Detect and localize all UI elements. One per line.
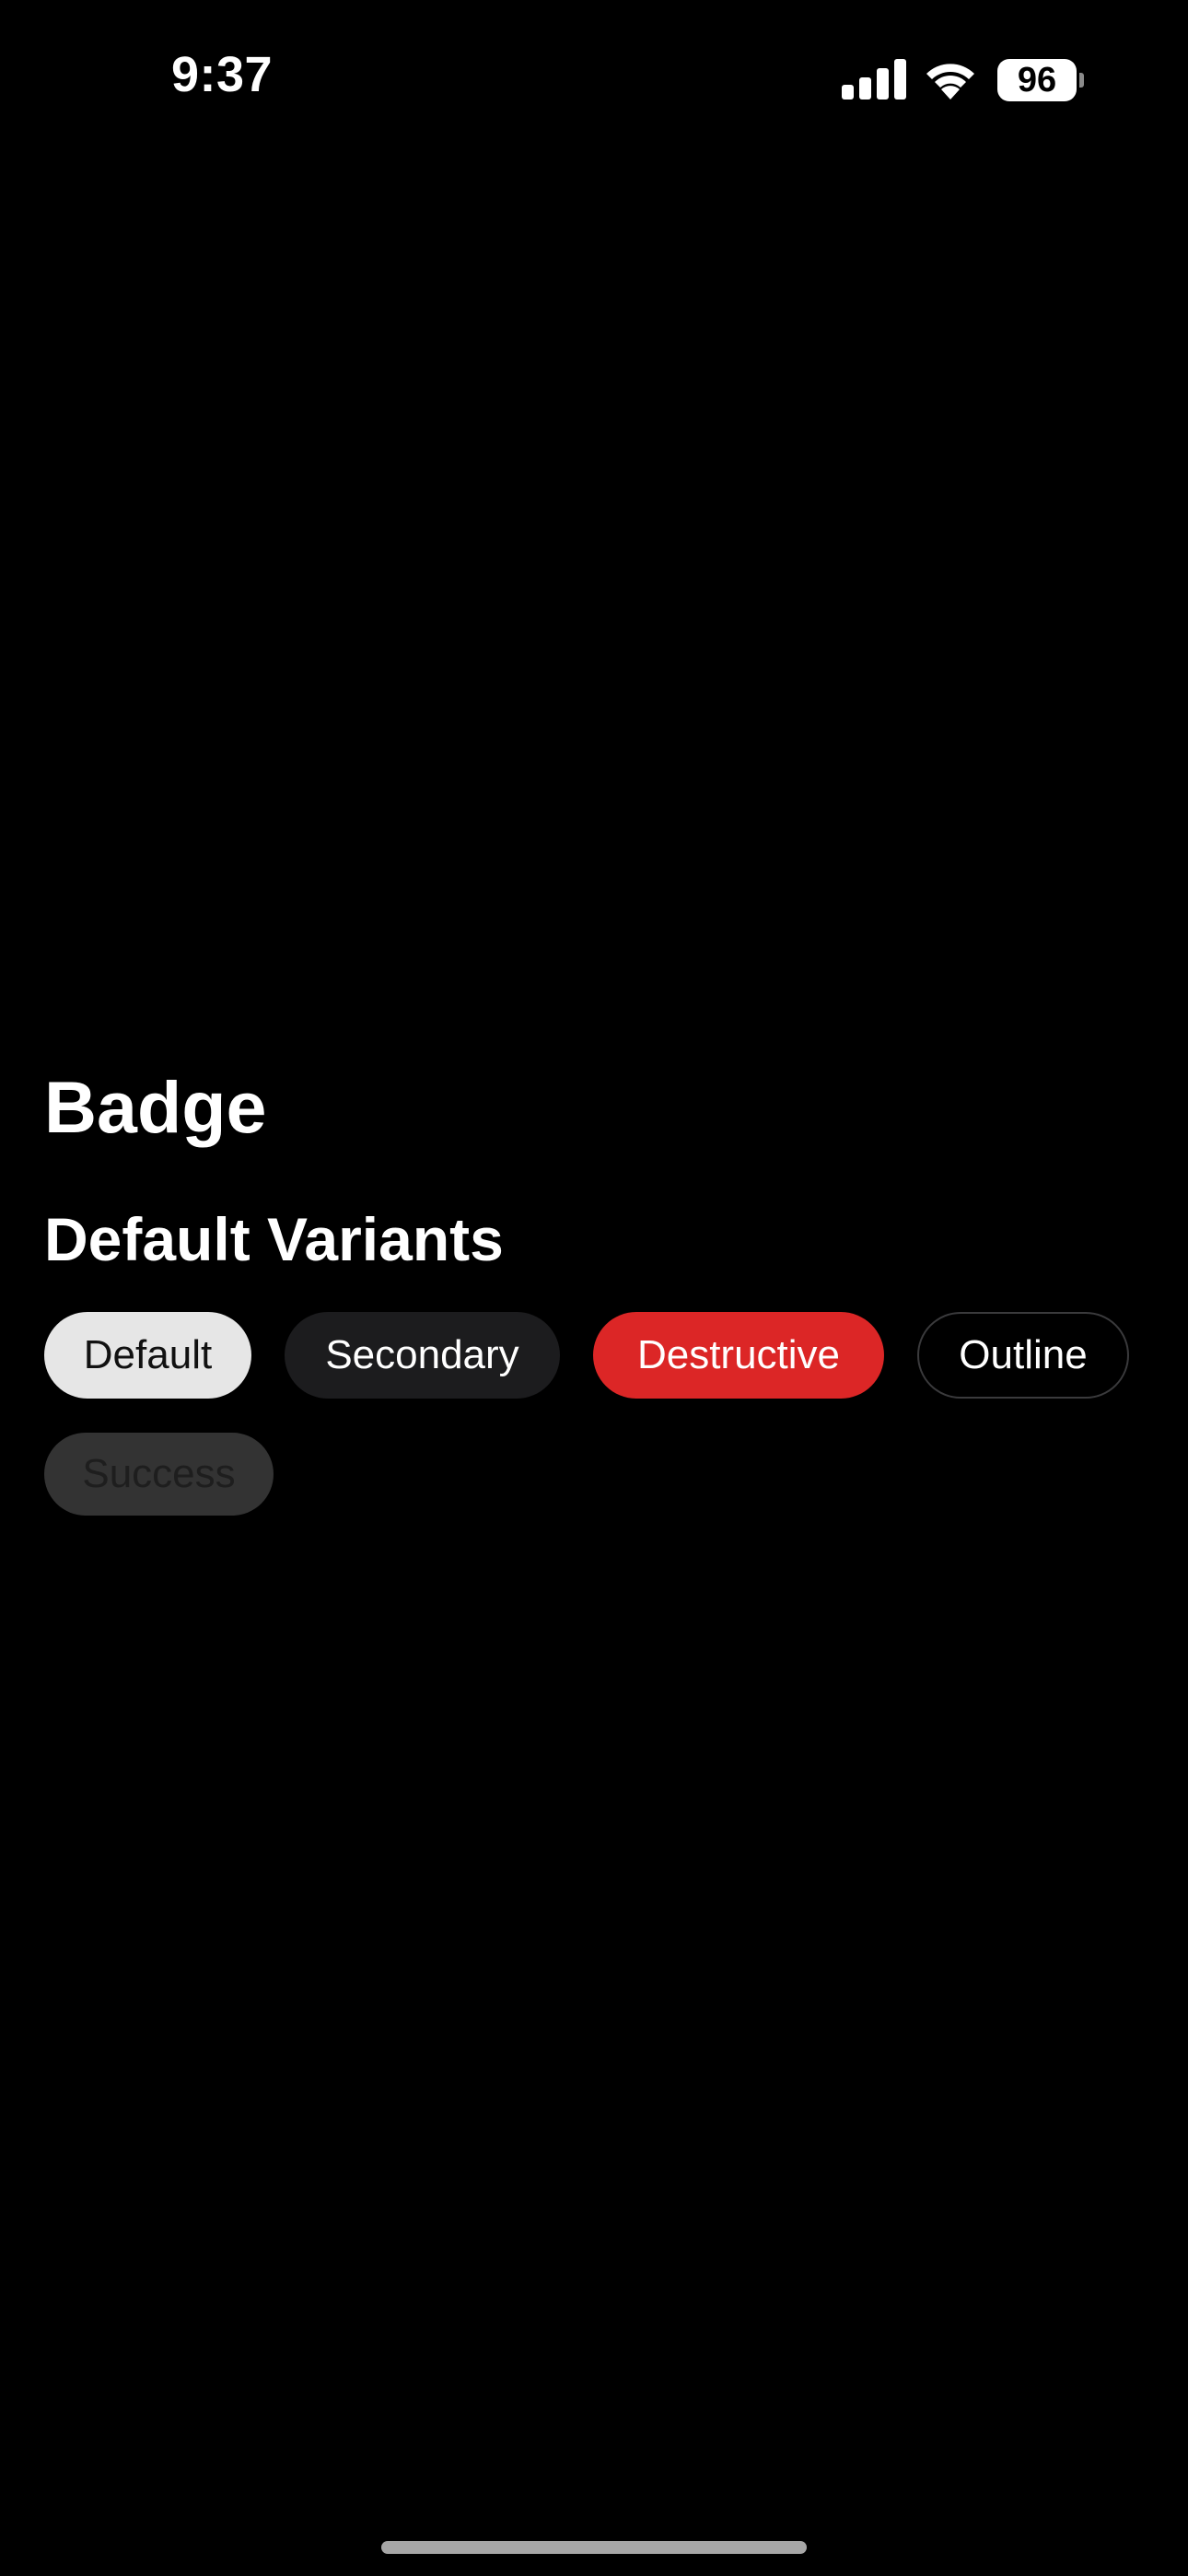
badge-secondary: Secondary [285, 1312, 560, 1399]
section-title: Default Variants [44, 1205, 504, 1273]
home-indicator[interactable] [381, 2541, 807, 2554]
badge-success: Success [44, 1433, 274, 1516]
page-title: Badge [44, 1066, 267, 1148]
badge-outline: Outline [917, 1312, 1129, 1399]
signal-icon [842, 59, 906, 100]
battery-icon: 96 [997, 59, 1084, 101]
badge-default: Default [44, 1312, 251, 1399]
battery-level: 96 [1017, 61, 1057, 100]
badge-destructive: Destructive [593, 1312, 884, 1399]
wifi-icon [926, 64, 974, 100]
battery-tip [1079, 73, 1084, 88]
status-bar: 9:37 96 [0, 0, 1188, 161]
status-time: 9:37 [171, 47, 274, 102]
